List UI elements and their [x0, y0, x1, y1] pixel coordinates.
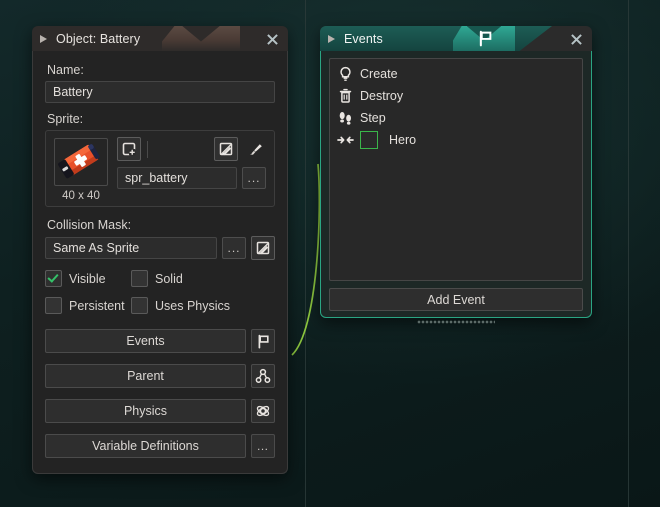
sprite-group: 40 x 40 spr_battery ...: [45, 130, 275, 207]
battery-sprite-icon: [58, 144, 100, 179]
collision-mask-menu-button[interactable]: ...: [222, 237, 246, 259]
collision-icon: [335, 130, 355, 150]
physics-atom-icon[interactable]: [251, 399, 275, 423]
parent-button-row: Parent: [45, 364, 275, 388]
object-flags: Visible Solid Persistent Uses Physics: [45, 270, 275, 314]
name-input[interactable]: Battery: [45, 81, 275, 103]
object-panel-body: Name: Battery Sprite: 40 x 40 spr_batter…: [32, 51, 288, 474]
checkbox-persistent-label: Persistent: [69, 298, 125, 313]
edit-sprite-icon[interactable]: [214, 137, 238, 161]
event-label-step: Step: [360, 111, 386, 125]
physics-button[interactable]: Physics: [45, 399, 246, 423]
object-panel-title: Object: Battery: [56, 31, 141, 46]
checkbox-uses-physics[interactable]: Uses Physics: [131, 297, 275, 314]
sprite-label: Sprite:: [47, 112, 84, 126]
sprite-preview[interactable]: 40 x 40: [54, 138, 108, 202]
sprite-dimensions: 40 x 40: [62, 190, 100, 202]
parent-button[interactable]: Parent: [45, 364, 246, 388]
checkbox-visible-box[interactable]: [45, 270, 62, 287]
sprite-button-row: [117, 137, 266, 161]
add-event-button[interactable]: Add Event: [329, 288, 583, 311]
close-icon[interactable]: [266, 32, 279, 45]
workspace-divider-right: [628, 0, 629, 507]
event-label-destroy: Destroy: [360, 89, 404, 103]
sprite-menu-button[interactable]: ...: [242, 167, 266, 189]
events-button[interactable]: Events: [45, 329, 246, 353]
close-icon[interactable]: [570, 32, 583, 45]
hero-object-swatch: [360, 131, 378, 149]
variable-definitions-button[interactable]: Variable Definitions: [45, 434, 246, 458]
event-label-create: Create: [360, 67, 398, 81]
event-row-step[interactable]: Step: [332, 107, 580, 129]
event-row-destroy[interactable]: Destroy: [332, 85, 580, 107]
flag-icon[interactable]: [251, 329, 275, 353]
events-panel-title: Events: [344, 31, 383, 46]
triangle-left-icon[interactable]: [40, 34, 49, 43]
sprite-toolbar-separator: [147, 140, 148, 158]
events-panel-body: Create Destroy Step Hero Add Event: [320, 51, 592, 324]
workspace-divider-left: [305, 0, 306, 507]
object-panel: Object: Battery Name: Battery Sprite: 40…: [32, 26, 288, 474]
sprite-name-input[interactable]: spr_battery: [117, 167, 237, 189]
events-list[interactable]: Create Destroy Step Hero: [329, 58, 583, 281]
collision-mask-row: Same As Sprite ...: [45, 236, 275, 260]
footsteps-icon: [335, 108, 355, 128]
collision-mask-label: Collision Mask:: [47, 218, 132, 232]
edit-mask-icon[interactable]: [251, 236, 275, 260]
events-button-row: Events: [45, 329, 275, 353]
events-panel-titlebar[interactable]: Events: [320, 26, 592, 51]
object-panel-tab-notch: [162, 26, 240, 51]
checkbox-uses-physics-box[interactable]: [131, 297, 148, 314]
sprite-name-row: spr_battery ...: [117, 167, 266, 189]
event-row-hero[interactable]: Hero: [332, 129, 580, 151]
sprite-controls: spr_battery ...: [117, 137, 266, 202]
name-label: Name:: [47, 63, 84, 77]
checkbox-persistent[interactable]: Persistent: [45, 297, 131, 314]
trash-icon: [335, 86, 355, 106]
sprite-thumbnail[interactable]: [54, 138, 108, 186]
lightbulb-icon: [335, 64, 355, 84]
resize-grip[interactable]: [417, 319, 495, 324]
object-panel-titlebar[interactable]: Object: Battery: [32, 26, 288, 51]
checkbox-solid-label: Solid: [155, 271, 183, 286]
paint-brush-icon[interactable]: [244, 138, 266, 160]
collision-mask-input[interactable]: Same As Sprite: [45, 237, 217, 259]
checkbox-visible[interactable]: Visible: [45, 270, 131, 287]
checkbox-persistent-box[interactable]: [45, 297, 62, 314]
checkbox-solid[interactable]: Solid: [131, 270, 275, 287]
flag-icon: [477, 30, 494, 51]
events-panel: Events Create Destroy Step Hero Add Even…: [320, 26, 592, 324]
triangle-left-icon[interactable]: [328, 34, 337, 43]
parent-node-icon[interactable]: [251, 364, 275, 388]
event-row-create[interactable]: Create: [332, 63, 580, 85]
new-sprite-icon[interactable]: [117, 137, 141, 161]
ellipsis-icon[interactable]: …: [251, 434, 275, 458]
checkbox-uses-physics-label: Uses Physics: [155, 298, 231, 313]
checkbox-solid-box[interactable]: [131, 270, 148, 287]
checkbox-visible-label: Visible: [69, 271, 106, 286]
physics-button-row: Physics: [45, 399, 275, 423]
variable-definitions-button-row: Variable Definitions …: [45, 434, 275, 458]
event-label-hero: Hero: [389, 133, 417, 147]
